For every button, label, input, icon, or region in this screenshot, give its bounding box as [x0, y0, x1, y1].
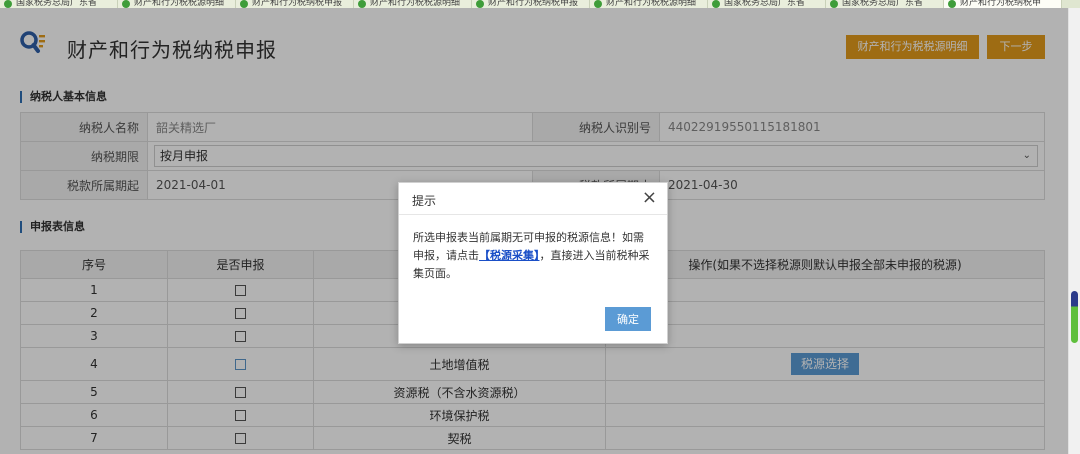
tax-logo-icon: [4, 0, 12, 8]
browser-tab[interactable]: 财产和行为税税源明细: [118, 0, 236, 8]
browser-tab-active[interactable]: 财产和行为税纳税申: [944, 0, 1062, 8]
tax-logo-icon: [712, 0, 720, 8]
tax-logo-icon: [476, 0, 484, 8]
dialog-title: 提示: [412, 194, 437, 208]
browser-tab[interactable]: 财产和行为税纳税申报: [472, 0, 590, 8]
scrollbar-thumb[interactable]: [1071, 291, 1078, 343]
tax-logo-icon: [594, 0, 602, 8]
close-icon[interactable]: ×: [642, 188, 657, 208]
prompt-dialog: 提示 × 所选申报表当前属期无可申报的税源信息！如需申报，请点击【税源采集】，直…: [398, 182, 668, 344]
tax-logo-icon: [830, 0, 838, 8]
dialog-header: 提示 ×: [399, 183, 667, 215]
tax-logo-icon: [358, 0, 366, 8]
confirm-button[interactable]: 确定: [605, 307, 651, 331]
browser-tab[interactable]: 财产和行为税纳税申报: [236, 0, 354, 8]
browser-tab[interactable]: 国家税务总局广东省: [826, 0, 944, 8]
browser-tab-strip: 国家税务总局广东省 财产和行为税税源明细 财产和行为税纳税申报 财产和行为税税源…: [0, 0, 1080, 8]
vertical-scrollbar[interactable]: [1068, 8, 1080, 454]
tax-logo-icon: [240, 0, 248, 8]
tax-logo-icon: [122, 0, 130, 8]
browser-tab[interactable]: 国家税务总局广东省: [0, 0, 118, 8]
browser-tab[interactable]: 财产和行为税税源明细: [590, 0, 708, 8]
tax-source-collect-link[interactable]: 【税源采集】: [479, 249, 540, 262]
dialog-message: 所选申报表当前属期无可申报的税源信息！如需申报，请点击【税源采集】，直接进入当前…: [399, 215, 667, 283]
browser-tab[interactable]: 国家税务总局广东省: [708, 0, 826, 8]
browser-tab[interactable]: 财产和行为税税源明细: [354, 0, 472, 8]
tax-logo-icon: [948, 0, 956, 8]
